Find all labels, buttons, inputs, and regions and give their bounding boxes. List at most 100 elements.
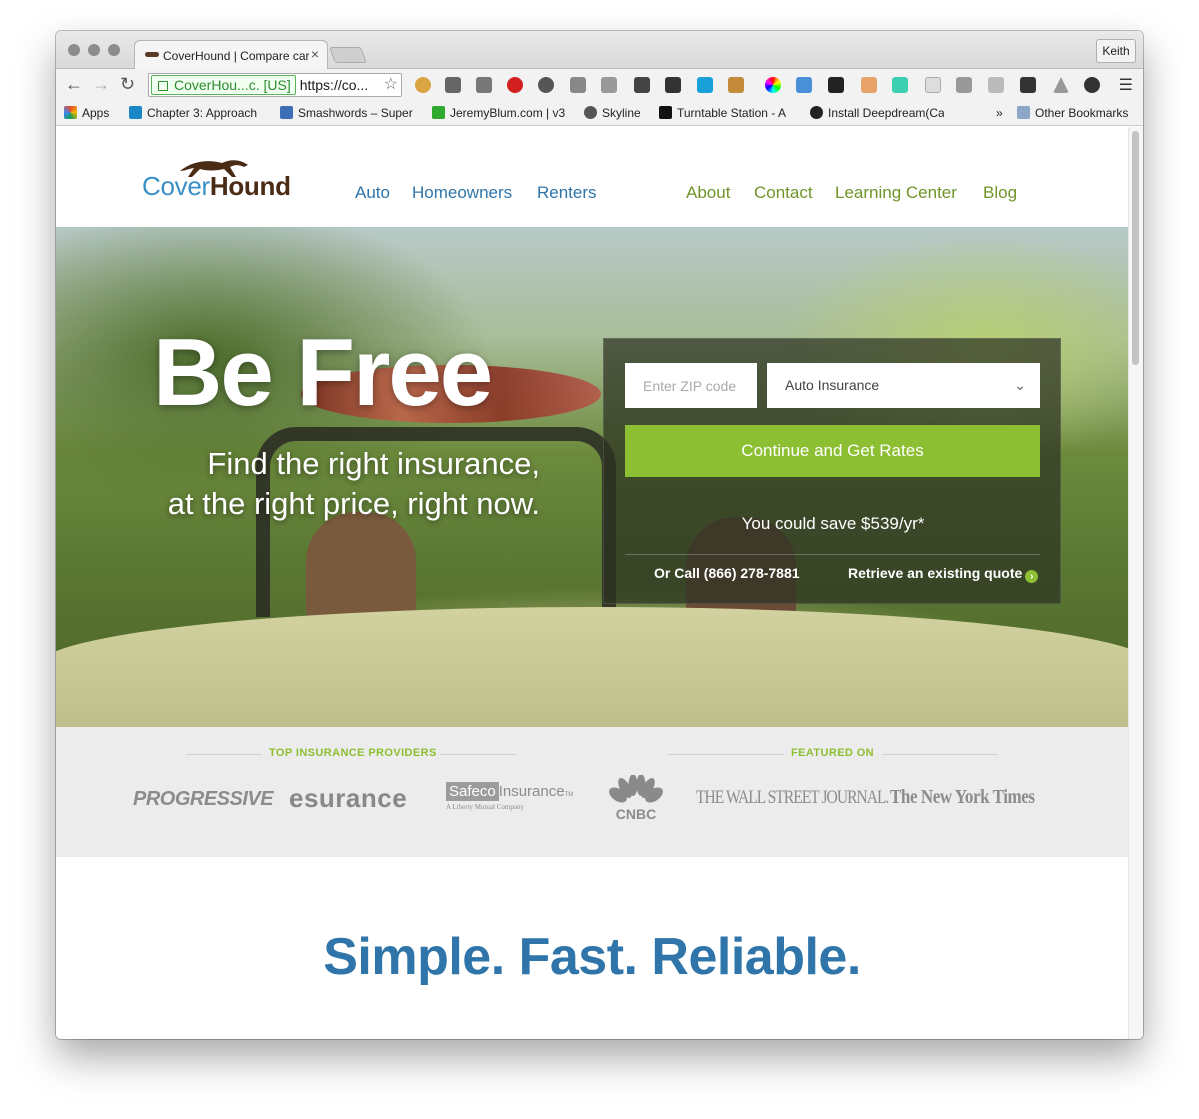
coverhound-logo[interactable]: CoverHound bbox=[142, 171, 291, 202]
browser-window: CoverHound | Compare car × Keith ← → ↻ C… bbox=[56, 31, 1143, 1039]
nav-about[interactable]: About bbox=[686, 183, 730, 203]
ruler-extension-icon[interactable] bbox=[728, 77, 744, 93]
page-viewport: CoverHound Auto Homeowners Renters About… bbox=[56, 127, 1143, 1039]
ev-certificate-badge[interactable]: CoverHou...c. [US] bbox=[151, 75, 296, 95]
bookmark-label: Smashwords – Super bbox=[298, 106, 413, 120]
continue-get-rates-button[interactable]: Continue and Get Rates bbox=[625, 425, 1040, 477]
tab-close-icon[interactable]: × bbox=[311, 46, 319, 62]
nav-learning-center[interactable]: Learning Center bbox=[835, 183, 957, 203]
peacock-icon bbox=[609, 774, 663, 803]
bookmark-apps[interactable]: Apps bbox=[64, 106, 109, 120]
bookmark-smashwords[interactable]: Smashwords – Super bbox=[280, 106, 416, 120]
logo-cover-text: Cover bbox=[142, 171, 210, 201]
vimeo-extension-icon[interactable] bbox=[697, 77, 713, 93]
esurance-logo: esurance bbox=[289, 783, 408, 813]
hero-photo-driver bbox=[306, 512, 416, 622]
bookmark-label: Turntable Station - A bbox=[677, 106, 786, 120]
address-bar[interactable]: CoverHou...c. [US] https://co... ☆ bbox=[148, 73, 402, 97]
zip-code-input[interactable] bbox=[625, 363, 757, 408]
cast-icon[interactable] bbox=[570, 77, 586, 93]
browser-tab[interactable]: CoverHound | Compare car × bbox=[134, 40, 328, 69]
wifi-icon bbox=[129, 106, 142, 119]
bookmarks-bar: Apps Chapter 3: Approach Smashwords – Su… bbox=[56, 101, 1143, 126]
pocket-extension-icon[interactable] bbox=[445, 77, 461, 93]
bookmark-label: Chapter 3: Approach bbox=[147, 106, 258, 120]
bookmark-label: Apps bbox=[82, 106, 110, 120]
bookmark-star-icon[interactable]: ☆ bbox=[384, 74, 398, 96]
tab-strip: CoverHound | Compare car × Keith bbox=[56, 31, 1143, 69]
nav-homeowners[interactable]: Homeowners bbox=[412, 183, 512, 203]
color-picker-icon[interactable] bbox=[765, 77, 781, 93]
call-phone-link[interactable]: Or Call (866) 278-7881 bbox=[654, 565, 800, 581]
coverhound-favicon-icon bbox=[145, 52, 159, 57]
tagline-heading: Simple. Fast. Reliable. bbox=[323, 928, 861, 986]
nyt-logo: The New York Times bbox=[890, 786, 1035, 808]
w-extension-icon[interactable] bbox=[828, 77, 844, 93]
bookmarks-overflow-button[interactable]: » bbox=[996, 106, 1003, 120]
nav-renters[interactable]: Renters bbox=[537, 183, 597, 203]
jb-icon bbox=[432, 106, 445, 119]
nav-contact[interactable]: Contact bbox=[754, 183, 813, 203]
browser-toolbar: ← → ↻ CoverHou...c. [US] https://co... ☆ … bbox=[56, 69, 1143, 101]
safeco-subtitle: A Liberty Mutual Company bbox=[446, 803, 524, 811]
smile-extension-icon[interactable] bbox=[892, 77, 908, 93]
refresh-extension-icon[interactable] bbox=[538, 77, 554, 93]
bookmark-deepdream[interactable]: Install Deepdream(Ca bbox=[810, 106, 944, 120]
skyline-icon bbox=[584, 106, 597, 119]
face-extension-icon[interactable] bbox=[861, 77, 877, 93]
new-tab-button[interactable] bbox=[329, 47, 367, 63]
back-arrow-icon[interactable]: ← bbox=[65, 74, 83, 94]
nav-blog[interactable]: Blog bbox=[983, 183, 1017, 203]
forward-arrow-icon[interactable]: → bbox=[92, 74, 110, 94]
tablet-extension-icon[interactable] bbox=[988, 77, 1004, 93]
nav-auto[interactable]: Auto bbox=[355, 183, 390, 203]
mask-extension-icon[interactable] bbox=[665, 77, 681, 93]
zoom-window-button[interactable] bbox=[108, 44, 120, 56]
scrollbar-thumb[interactable] bbox=[1132, 131, 1139, 365]
blank-extension-icon[interactable] bbox=[925, 77, 941, 93]
feather-extension-icon[interactable] bbox=[601, 77, 617, 93]
safeco-box-text: Safeco bbox=[446, 782, 499, 801]
other-bookmarks[interactable]: Other Bookmarks bbox=[1017, 106, 1128, 120]
evernote-extension-icon[interactable] bbox=[476, 77, 492, 93]
drive-extension-icon[interactable] bbox=[1053, 77, 1069, 93]
y-extension-icon[interactable] bbox=[634, 77, 650, 93]
shield-extension-icon[interactable] bbox=[1020, 77, 1036, 93]
other-bookmarks-label: Other Bookmarks bbox=[1035, 106, 1129, 120]
smashwords-icon bbox=[280, 106, 293, 119]
url-text: https://co... bbox=[299, 77, 369, 93]
cookie-extension-icon[interactable] bbox=[415, 77, 431, 93]
insurance-type-value: Auto Insurance bbox=[785, 377, 880, 393]
progressive-logo: PROGRESSIVE bbox=[133, 788, 274, 810]
screenshot-extension-icon[interactable] bbox=[796, 77, 812, 93]
bookmark-label: Skyline bbox=[602, 106, 641, 120]
safeco-insurance-text: Insurance bbox=[498, 783, 565, 800]
onepassword-icon[interactable] bbox=[1084, 77, 1100, 93]
folder-icon bbox=[1017, 106, 1030, 119]
divider-line bbox=[882, 754, 998, 755]
copy-extension-icon[interactable] bbox=[956, 77, 972, 93]
divider-line bbox=[440, 754, 516, 755]
insurance-type-select[interactable]: Auto Insurance ⌄ bbox=[767, 363, 1040, 408]
divider-line bbox=[186, 754, 262, 755]
logo-hound-text: Hound bbox=[209, 171, 291, 201]
featured-heading: FEATURED ON bbox=[791, 747, 875, 759]
retrieve-quote-link[interactable]: Retrieve an existing quote › bbox=[848, 565, 1039, 583]
bookmark-turntable[interactable]: Turntable Station - A bbox=[659, 106, 793, 120]
providers-heading: TOP INSURANCE PROVIDERS bbox=[269, 747, 437, 759]
bookmark-label: JeremyBlum.com | v3 bbox=[450, 106, 566, 120]
panel-divider bbox=[625, 554, 1040, 555]
k-icon bbox=[659, 106, 672, 119]
page-scrollbar[interactable] bbox=[1128, 127, 1143, 1039]
bookmark-chapter3[interactable]: Chapter 3: Approach bbox=[129, 106, 264, 120]
cnbc-logo: CNBC bbox=[607, 774, 665, 822]
adblock-plus-icon[interactable] bbox=[507, 77, 523, 93]
hero-subline-2: at the right price, right now. bbox=[167, 486, 540, 521]
close-window-button[interactable] bbox=[68, 44, 80, 56]
reload-icon[interactable]: ↻ bbox=[120, 74, 135, 94]
bookmark-jeremyblum[interactable]: JeremyBlum.com | v3 bbox=[432, 106, 566, 120]
browser-menu-icon[interactable]: ☰ bbox=[1119, 75, 1133, 95]
bookmark-skyline[interactable]: Skyline bbox=[584, 106, 641, 120]
profile-button[interactable]: Keith bbox=[1096, 39, 1136, 63]
minimize-window-button[interactable] bbox=[88, 44, 100, 56]
